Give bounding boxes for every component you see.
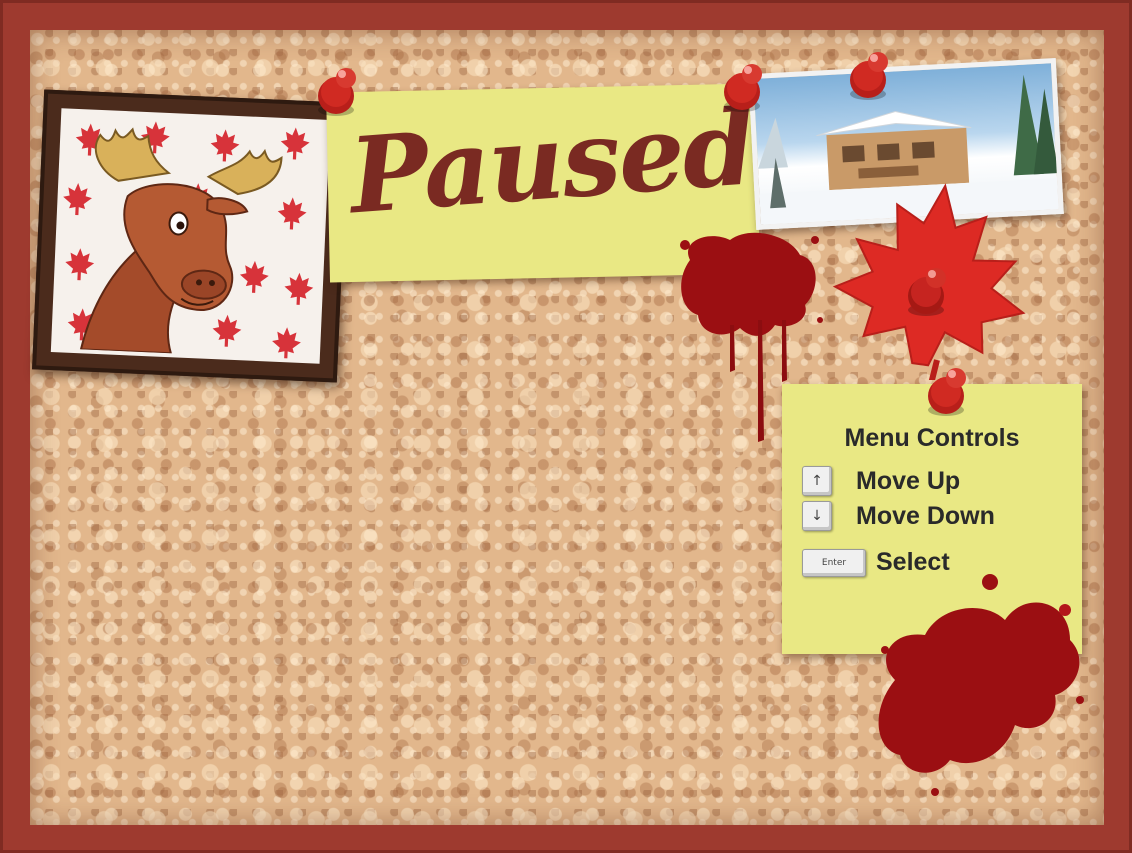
control-row-move-down: ↓ Move Down — [802, 501, 995, 531]
control-row-move-up: ↑ Move Up — [802, 466, 960, 496]
push-pin-icon — [850, 52, 888, 100]
move-up-label: Move Up — [856, 466, 961, 495]
push-pin-icon — [908, 268, 946, 316]
move-down-label: Move Down — [856, 501, 995, 530]
push-pin-icon — [318, 68, 356, 116]
moose-character — [79, 127, 283, 355]
blood-splat-icon — [878, 574, 1084, 796]
menu-controls-title: Menu Controls — [844, 424, 1020, 452]
push-pin-icon — [724, 64, 762, 112]
paused-title: Paused — [345, 85, 758, 238]
push-pin-icon — [928, 368, 966, 416]
moose-picture — [50, 108, 331, 364]
moose-picture-frame — [32, 89, 349, 383]
up-arrow-key-icon: ↑ — [802, 466, 832, 496]
moose-icon — [62, 120, 314, 360]
down-arrow-key-icon: ↓ — [802, 501, 832, 531]
